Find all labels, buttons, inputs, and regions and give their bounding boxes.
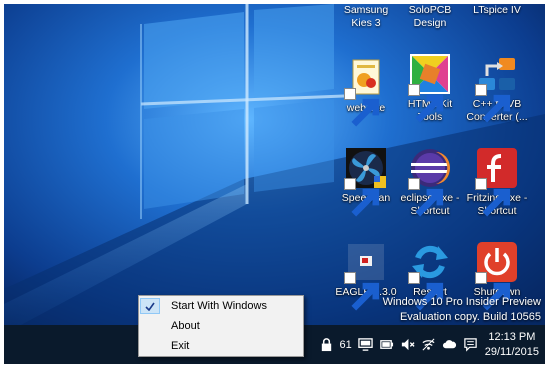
menu-item-about[interactable]: About: [139, 316, 303, 336]
desktop-icon-solopcb[interactable]: SoloPCB Design: [397, 4, 463, 30]
tray-context-menu: Start With Windows About Exit: [138, 295, 304, 357]
shortcut-arrow-icon: [408, 178, 444, 217]
desktop-icon-speedfan[interactable]: SpeedFan: [333, 146, 399, 217]
menu-item-exit[interactable]: Exit: [139, 336, 303, 356]
watermark-build: Evaluation copy. Build 10565: [399, 311, 541, 323]
tray-badge-count[interactable]: 61: [337, 325, 355, 364]
windows-watermark: Windows 10 Pro Insider Preview Evaluatio…: [383, 295, 541, 325]
tray-wifi-item[interactable]: [418, 325, 439, 364]
desktop-icon-fritzing[interactable]: Fritzing.exe - Shortcut: [464, 146, 530, 218]
icon-label-line1: LTspice IV: [473, 4, 521, 16]
desktop-icon-ltspice[interactable]: LTspice IV: [464, 4, 530, 17]
taskbar-clock[interactable]: 12:13 PM 29/11/2015: [481, 330, 545, 360]
menu-item-label: About: [171, 320, 200, 332]
desktop-icon-samsung-kies[interactable]: Samsung Kies 3: [333, 4, 399, 30]
desktop-icon-restart[interactable]: Restart: [397, 240, 463, 311]
tray-lock-item[interactable]: [316, 325, 337, 364]
tray-notifications-item[interactable]: [460, 325, 481, 364]
shortcut-arrow-icon: [475, 84, 511, 123]
menu-item-label: Exit: [171, 340, 190, 352]
volume-muted-icon: [401, 338, 415, 351]
desktop-icon-web-site[interactable]: web site: [333, 56, 399, 127]
desktop-icon-eclipse[interactable]: eclipse.exe - Shortcut: [397, 146, 463, 218]
menu-item-start-with-windows[interactable]: Start With Windows: [139, 296, 303, 316]
desktop-screen: Samsung Kies 3 SoloPCB Design LTspice IV…: [4, 4, 545, 364]
desktop-icon-eagle[interactable]: EAGLE 7.3.0: [333, 240, 399, 311]
cloud-icon: [442, 340, 456, 349]
lock-icon: [321, 338, 331, 352]
tray-onedrive-item[interactable]: [439, 325, 460, 364]
watermark-edition: Windows 10 Pro Insider Preview: [382, 296, 541, 308]
desktop-icon-html-kit[interactable]: HTML-Kit Tools: [397, 52, 463, 124]
wifi-icon: [422, 338, 435, 351]
shortcut-arrow-icon: [344, 88, 380, 127]
shortcut-arrow-icon: [408, 272, 444, 311]
shortcut-arrow-icon: [344, 272, 380, 311]
desktop-icon-shutdown[interactable]: Shutdown: [464, 240, 530, 311]
system-tray: 61 12:13 PM 29/11/2015: [316, 325, 546, 364]
icon-label-line2: Design: [413, 17, 447, 29]
icon-label-line1: SoloPCB: [408, 4, 452, 16]
shortcut-arrow-icon: [344, 178, 380, 217]
tray-battery-item[interactable]: [376, 325, 397, 364]
shortcut-arrow-icon: [475, 272, 511, 311]
clock-time: 12:13 PM: [488, 330, 536, 343]
battery-plug-icon: [379, 340, 393, 349]
tray-volume-item[interactable]: [397, 325, 418, 364]
clock-date: 29/11/2015: [484, 345, 539, 358]
tray-display-item[interactable]: [355, 325, 376, 364]
checkmark-icon: [140, 298, 160, 314]
shortcut-arrow-icon: [475, 178, 511, 217]
shortcut-arrow-icon: [408, 84, 444, 123]
monitor-icon: [358, 338, 373, 351]
action-center-icon: [464, 338, 477, 352]
icon-label-line1: Samsung: [343, 4, 389, 16]
icon-label-line2: Kies 3: [351, 17, 381, 29]
desktop-icon-cpp-to-vb[interactable]: C++ to VB Converter (...: [464, 52, 530, 124]
menu-item-label: Start With Windows: [171, 300, 267, 312]
